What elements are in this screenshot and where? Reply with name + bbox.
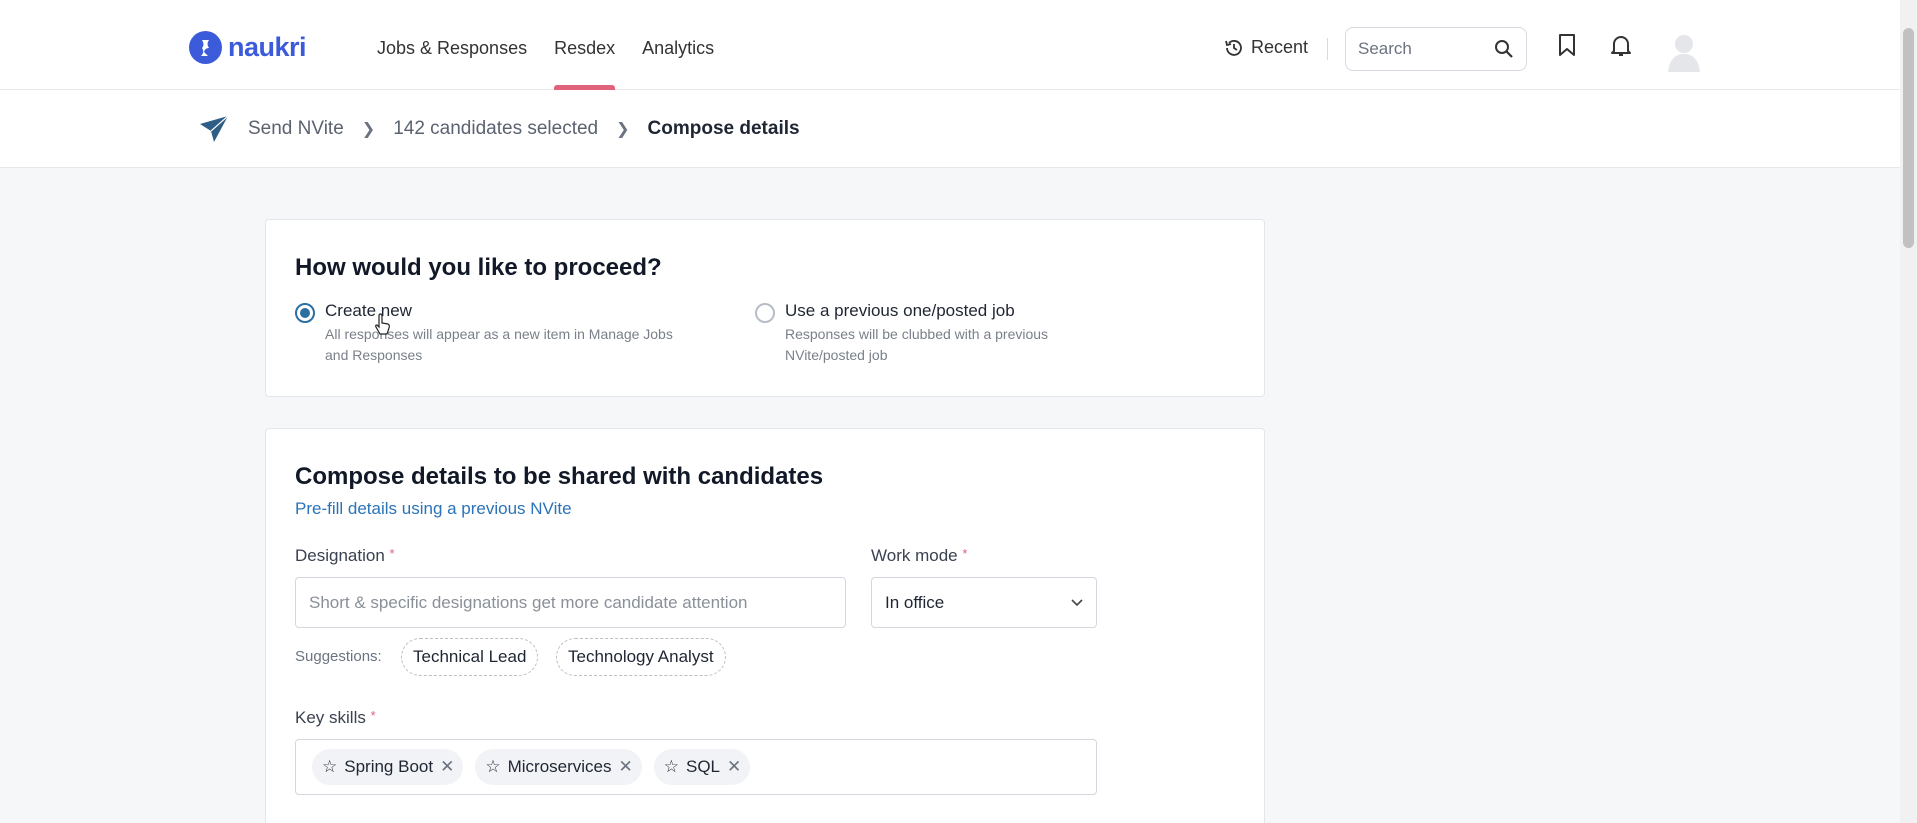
- required-mark: *: [370, 708, 376, 723]
- skill-label: Spring Boot: [344, 757, 434, 776]
- workmode-value: In office: [885, 592, 945, 612]
- breadcrumb-candidates-selected[interactable]: 142 candidates selected: [393, 118, 598, 140]
- keyskills-input[interactable]: ☆ Spring Boot ✕ ☆ Microservices ✕ ☆ SQL …: [295, 739, 1097, 795]
- radio-create-new[interactable]: [295, 303, 315, 323]
- suggestions-label: Suggestions:: [295, 648, 382, 665]
- suggestion-chip-technical-lead[interactable]: Technical Lead: [401, 638, 539, 676]
- chevron-down-icon: [1071, 598, 1083, 606]
- search-input[interactable]: [1358, 39, 1488, 59]
- keyskills-label-text: Key skills: [295, 708, 366, 727]
- logo-mark-icon: [189, 31, 222, 64]
- scrollbar-thumb[interactable]: [1903, 28, 1914, 248]
- chevron-right-icon: ❯: [616, 121, 630, 138]
- option-description: Responses will be clubbed with a previou…: [785, 326, 1049, 363]
- skill-label: SQL: [686, 757, 721, 776]
- workmode-select[interactable]: In office: [871, 577, 1097, 628]
- prefill-link[interactable]: Pre-fill details using a previous NVite: [295, 499, 572, 519]
- star-icon[interactable]: ☆: [664, 757, 679, 777]
- naukri-logo[interactable]: naukri: [189, 31, 307, 64]
- skill-chip: ☆ SQL ✕: [653, 749, 751, 785]
- breadcrumb: Send NVite ❯ 142 candidates selected ❯ C…: [198, 114, 800, 144]
- avatar[interactable]: [1664, 30, 1704, 72]
- breadcrumb-bar: Send NVite ❯ 142 candidates selected ❯ C…: [0, 90, 1900, 168]
- divider: [1327, 38, 1328, 60]
- compose-card: Compose details to be shared with candid…: [265, 428, 1265, 823]
- star-icon[interactable]: ☆: [322, 757, 337, 777]
- top-navbar: naukri Jobs & Responses Resdex Analytics…: [0, 0, 1900, 90]
- nav-jobs-responses[interactable]: Jobs & Responses: [377, 0, 527, 90]
- radio-use-previous[interactable]: [755, 303, 775, 323]
- designation-input[interactable]: [295, 577, 846, 628]
- nav-analytics[interactable]: Analytics: [642, 0, 714, 90]
- suggestion-chip-technology-analyst[interactable]: Technology Analyst: [556, 638, 726, 676]
- breadcrumb-compose-details: Compose details: [647, 118, 800, 139]
- chevron-right-icon: ❯: [361, 121, 376, 138]
- hand-cursor-icon: [374, 313, 392, 340]
- option-title: Use a previous one/posted job: [785, 301, 1015, 320]
- skill-chip: ☆ Microservices ✕: [475, 749, 642, 785]
- star-icon[interactable]: ☆: [485, 757, 500, 777]
- remove-icon[interactable]: ✕: [440, 757, 454, 777]
- search-box[interactable]: [1345, 27, 1527, 71]
- logo-text: naukri: [228, 32, 307, 62]
- designation-label-text: Designation: [295, 546, 385, 565]
- compose-title: Compose details to be shared with candid…: [295, 463, 824, 490]
- paper-plane-icon: [200, 115, 229, 142]
- required-mark: *: [962, 546, 968, 561]
- skill-label: Microservices: [507, 757, 612, 776]
- breadcrumb-send-nvite[interactable]: Send NVite: [248, 118, 344, 140]
- proceed-card: How would you like to proceed? Create ne…: [265, 219, 1265, 397]
- recent-label: Recent: [1251, 37, 1309, 57]
- required-mark: *: [389, 546, 395, 561]
- option-use-previous[interactable]: Use a previous one/posted job Responses …: [755, 301, 1115, 366]
- bookmark-icon[interactable]: [1557, 33, 1577, 62]
- designation-label: Designation *: [295, 546, 395, 566]
- skill-chip: ☆ Spring Boot ✕: [312, 749, 464, 785]
- nav-resdex[interactable]: Resdex: [554, 0, 616, 90]
- main-nav: Jobs & Responses Resdex Analytics: [377, 0, 714, 90]
- remove-icon[interactable]: ✕: [727, 757, 741, 777]
- clock-icon: [1225, 39, 1242, 56]
- bell-icon[interactable]: [1610, 34, 1632, 63]
- search-icon[interactable]: [1494, 39, 1514, 64]
- option-create-new[interactable]: Create new All responses will appear as …: [295, 301, 675, 366]
- proceed-title: How would you like to proceed?: [295, 254, 662, 281]
- recent-button[interactable]: Recent: [1224, 37, 1308, 58]
- workmode-label-text: Work mode: [871, 546, 958, 565]
- keyskills-label: Key skills *: [295, 708, 376, 728]
- remove-icon[interactable]: ✕: [619, 757, 633, 777]
- workmode-label: Work mode *: [871, 546, 967, 566]
